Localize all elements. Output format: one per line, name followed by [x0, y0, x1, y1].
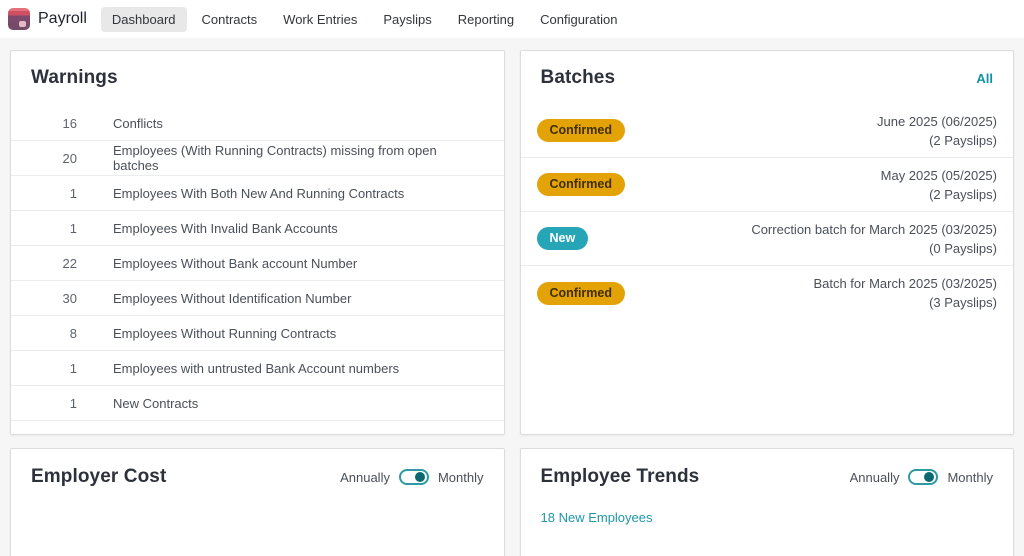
batches-card: Batches All Confirmed June 2025 (06/2025… [519, 50, 1014, 435]
period-toggle-switch[interactable] [908, 469, 939, 485]
menu-item[interactable]: Contracts [191, 7, 269, 32]
batch-info: Batch for March 2025 (03/2025) (3 Paysli… [813, 274, 997, 312]
employee-trends-header: Employee Trends Annually Monthly [521, 449, 1014, 488]
app-brand[interactable]: Payroll [8, 8, 87, 30]
batches-title: Batches [540, 67, 616, 88]
warning-label: Employees Without Running Contracts [113, 325, 337, 341]
warning-row[interactable]: 1 Employees With Both New And Running Co… [11, 176, 504, 211]
employer-cost-period-toggle: Annually Monthly [340, 469, 484, 485]
menu-item[interactable]: Dashboard [100, 6, 187, 32]
warning-label: Conflicts [113, 115, 163, 131]
menu-item[interactable]: Reporting [447, 7, 525, 32]
menu-item[interactable]: Work Entries [272, 7, 368, 32]
warning-row[interactable]: 16 Conflicts [11, 106, 504, 141]
period-toggle-switch[interactable] [398, 469, 429, 485]
employee-trends-card: Employee Trends Annually Monthly 18 New … [519, 448, 1014, 556]
batch-row[interactable]: Confirmed May 2025 (05/2025) (2 Payslips… [520, 158, 1013, 212]
payroll-app-icon[interactable] [8, 8, 30, 30]
warnings-list: 16 Conflicts 20 Employees (With Running … [11, 106, 504, 421]
toggle-knob [414, 472, 425, 482]
warning-label: Employees (With Running Contracts) missi… [113, 143, 437, 173]
annually-label[interactable]: Annually [340, 470, 390, 485]
warning-row[interactable]: 1 Employees with untrusted Bank Account … [11, 351, 504, 386]
employee-trends-period-toggle: Annually Monthly [850, 469, 993, 485]
batch-info: June 2025 (06/2025) (2 Payslips) [877, 112, 997, 150]
batch-payslip-count: (3 Payslips) [929, 295, 997, 310]
warnings-title: Warnings [31, 67, 118, 88]
batch-name: May 2025 (05/2025) [880, 167, 997, 183]
warning-label: New Contracts [113, 395, 199, 411]
warning-label: Employees Without Bank account Number [113, 255, 358, 271]
new-employees-link[interactable]: 18 New Employees [541, 510, 653, 525]
batch-status-badge: Confirmed [536, 119, 625, 142]
batch-status-badge: New [536, 227, 589, 250]
warning-row[interactable]: 1 New Contracts [11, 386, 504, 421]
warning-label: Employees With Invalid Bank Accounts [113, 220, 338, 236]
warning-row[interactable]: 20 Employees (With Running Contracts) mi… [11, 141, 504, 176]
employer-cost-card: Employer Cost Annually Monthly [10, 448, 505, 556]
batch-row[interactable]: New Correction batch for March 2025 (03/… [520, 212, 1013, 266]
annually-label[interactable]: Annually [850, 470, 900, 485]
app-title[interactable]: Payroll [38, 10, 87, 28]
warning-row[interactable]: 1 Employees With Invalid Bank Accounts [11, 211, 504, 246]
warning-count: 20 [62, 150, 77, 166]
batch-status-badge: Confirmed [536, 173, 625, 196]
warning-row[interactable]: 22 Employees Without Bank account Number [11, 246, 504, 281]
batch-name: June 2025 (06/2025) [877, 113, 997, 129]
batch-payslip-count: (2 Payslips) [929, 186, 997, 202]
batch-name: Correction batch for March 2025 (03/2025… [751, 221, 997, 237]
batch-status-badge: Confirmed [536, 281, 625, 305]
warning-label: Employees with untrusted Bank Account nu… [113, 360, 400, 376]
warning-count: 8 [69, 325, 77, 341]
batches-all-link[interactable]: All [976, 71, 993, 86]
batch-payslip-count: (0 Payslips) [929, 240, 997, 256]
toggle-knob [924, 472, 935, 482]
employee-trends-title: Employee Trends [540, 466, 700, 487]
top-navbar: Payroll Dashboard Contracts Work Entries… [0, 0, 1024, 38]
warning-count: 16 [62, 115, 77, 131]
warnings-card: Warnings 16 Conflicts 20 Employees (With… [10, 50, 505, 435]
warning-label: Employees Without Identification Number [113, 290, 352, 306]
batch-name: Batch for March 2025 (03/2025) [813, 276, 997, 291]
warning-count: 1 [69, 395, 77, 411]
warning-count: 22 [62, 255, 77, 271]
batch-row[interactable]: Confirmed Batch for March 2025 (03/2025)… [521, 266, 1014, 320]
employer-cost-header: Employer Cost Annually Monthly [11, 449, 504, 488]
monthly-label[interactable]: Monthly [438, 470, 484, 485]
batch-info: May 2025 (05/2025) (2 Payslips) [881, 166, 997, 204]
warning-count: 30 [62, 290, 77, 306]
batches-header: Batches All [521, 51, 1014, 104]
employer-cost-title: Employer Cost [31, 466, 167, 487]
menu-item[interactable]: Configuration [529, 7, 628, 32]
main-menu: Dashboard Contracts Work Entries Payslip… [100, 6, 629, 32]
warning-count: 1 [69, 360, 77, 376]
batch-info: Correction batch for March 2025 (03/2025… [751, 220, 997, 258]
warning-count: 1 [69, 220, 77, 236]
warning-row[interactable]: 30 Employees Without Identification Numb… [11, 281, 504, 316]
menu-item[interactable]: Payslips [372, 7, 442, 32]
monthly-label[interactable]: Monthly [947, 470, 993, 485]
warning-label: Employees With Both New And Running Cont… [113, 185, 405, 201]
batch-row[interactable]: Confirmed June 2025 (06/2025) (2 Payslip… [520, 104, 1013, 158]
warning-count: 1 [69, 185, 77, 201]
warning-row[interactable]: 8 Employees Without Running Contracts [11, 316, 504, 351]
dashboard-content: Warnings 16 Conflicts 20 Employees (With… [0, 38, 1024, 556]
batches-list: Confirmed June 2025 (06/2025) (2 Payslip… [520, 104, 1014, 320]
batch-payslip-count: (2 Payslips) [929, 132, 997, 148]
